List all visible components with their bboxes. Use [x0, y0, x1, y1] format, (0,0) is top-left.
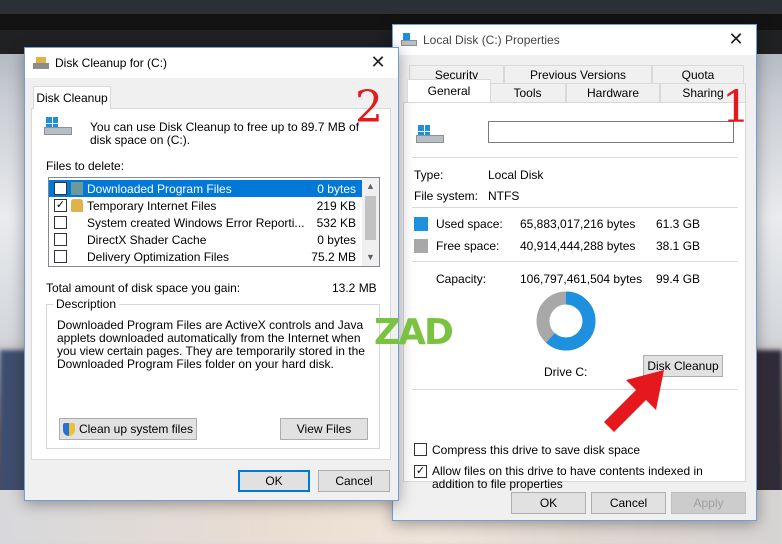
capacity-gb: 99.4 GB — [656, 272, 701, 286]
item-size: 532 KB — [316, 216, 356, 230]
properties-cancel-button[interactable]: Cancel — [591, 492, 666, 514]
free-space-bytes: 40,914,444,288 bytes — [520, 239, 636, 253]
properties-window: Local Disk (C:) Properties ✕ Security Pr… — [392, 24, 757, 521]
index-label[interactable]: Allow files on this drive to have conten… — [432, 465, 737, 491]
description-group: Description Downloaded Program Files are… — [46, 297, 380, 449]
cleanup-cancel-button[interactable]: Cancel — [318, 470, 390, 492]
list-item[interactable]: System created Windows Error Reporti... … — [49, 214, 364, 231]
cleanup-titlebar: Disk Cleanup for (C:) ✕ — [25, 48, 398, 78]
disk-cleanup-window: Disk Cleanup for (C:) ✕ Disk Cleanup You… — [24, 47, 399, 501]
watermark-logo: ZAD — [374, 312, 454, 353]
list-item[interactable]: ✓ Downloaded Program Files 0 bytes — [49, 180, 364, 197]
filesystem-value: NTFS — [488, 189, 520, 203]
scroll-up-icon[interactable]: ▲ — [362, 178, 379, 195]
free-space-swatch — [414, 239, 428, 253]
total-gain-label: Total amount of disk space you gain: — [46, 281, 241, 295]
properties-title: Local Disk (C:) Properties — [423, 33, 560, 47]
view-files-button[interactable]: View Files — [280, 418, 368, 440]
item-size: 0 bytes — [317, 233, 356, 247]
properties-apply-button[interactable]: Apply — [671, 492, 746, 514]
item-size: 219 KB — [316, 199, 356, 213]
properties-body: Security Previous Versions Quota Tools H… — [393, 55, 756, 520]
general-tab-page: Type: Local Disk File system: NTFS Used … — [403, 102, 746, 491]
tab-hardware[interactable]: Hardware — [566, 83, 660, 103]
type-label: Type: — [414, 168, 444, 182]
type-value: Local Disk — [488, 168, 544, 182]
used-space-bytes: 65,883,017,216 bytes — [520, 217, 636, 231]
disk-cleanup-app-icon — [33, 57, 49, 69]
drive-name-input[interactable] — [488, 121, 734, 143]
shield-icon — [62, 422, 75, 436]
cleanup-close-icon[interactable]: ✕ — [366, 51, 390, 75]
cleanup-body: Disk Cleanup You can use Disk Cleanup to… — [25, 78, 398, 500]
capacity-label: Capacity: — [436, 272, 487, 286]
drive-label: Drive C: — [544, 365, 588, 379]
item-size: 0 bytes — [317, 182, 356, 196]
divider-1 — [412, 157, 738, 158]
divider-3 — [412, 261, 738, 262]
divider-4 — [412, 389, 738, 390]
list-item[interactable]: DirectX Shader Cache 0 bytes — [49, 231, 364, 248]
drive-icon — [416, 125, 444, 145]
disk-usage-donut — [536, 291, 596, 351]
divider-2 — [412, 207, 738, 208]
description-label: Description — [53, 297, 120, 311]
list-item[interactable]: ✓ Temporary Internet Files 219 KB — [49, 197, 364, 214]
files-to-delete-label: Files to delete: — [46, 159, 125, 173]
annotation-number-2: 2 — [355, 82, 383, 133]
capacity-bytes: 106,797,461,504 bytes — [520, 272, 643, 286]
properties-close-icon[interactable]: ✕ — [724, 28, 748, 52]
description-text: Downloaded Program Files are ActiveX con… — [57, 318, 365, 371]
drive-small-icon — [401, 33, 417, 47]
used-space-gb: 61.3 GB — [656, 217, 701, 231]
item-checkbox[interactable] — [54, 233, 67, 246]
properties-ok-button[interactable]: OK — [511, 492, 586, 514]
red-arrow-icon — [604, 370, 664, 432]
item-checkbox[interactable]: ✓ — [54, 182, 67, 195]
cleanup-intro: You can use Disk Cleanup to free up to 8… — [90, 120, 360, 147]
tab-disk-cleanup[interactable]: Disk Cleanup — [33, 86, 111, 109]
item-checkbox[interactable]: ✓ — [54, 199, 67, 212]
files-list-scrollbar[interactable]: ▲ ▼ — [362, 178, 379, 266]
cleanup-ok-button[interactable]: OK — [238, 470, 310, 492]
item-name: Temporary Internet Files — [87, 199, 217, 213]
clean-system-files-label: Clean up system files — [78, 422, 194, 436]
item-name: Downloaded Program Files — [87, 182, 232, 196]
used-space-label: Used space: — [436, 217, 503, 231]
free-space-label: Free space: — [436, 239, 500, 253]
files-list[interactable]: ✓ Downloaded Program Files 0 bytes ✓ Tem… — [48, 177, 380, 267]
item-name: System created Windows Error Reporti... — [87, 216, 305, 230]
cleanup-title: Disk Cleanup for (C:) — [55, 56, 168, 70]
tab-tools[interactable]: Tools — [489, 83, 566, 103]
index-checkbox[interactable]: ✓ — [414, 465, 427, 478]
tab-previous-versions[interactable]: Previous Versions — [504, 65, 652, 85]
tab-general[interactable]: General — [407, 79, 491, 102]
compress-checkbox[interactable] — [414, 443, 427, 456]
lock-icon — [71, 199, 83, 212]
free-space-gb: 38.1 GB — [656, 239, 701, 253]
item-checkbox[interactable] — [54, 216, 67, 229]
item-name: DirectX Shader Cache — [87, 233, 207, 247]
item-name: Delivery Optimization Files — [87, 250, 230, 264]
scroll-down-icon[interactable]: ▼ — [362, 249, 379, 266]
item-size: 75.2 MB — [311, 250, 356, 264]
total-gain-value: 13.2 MB — [332, 281, 377, 295]
scroll-thumb[interactable] — [365, 196, 376, 240]
clean-system-files-button[interactable]: Clean up system files — [59, 418, 197, 440]
item-icon — [71, 182, 83, 195]
properties-titlebar: Local Disk (C:) Properties ✕ — [393, 25, 756, 55]
list-item[interactable]: Delivery Optimization Files 75.2 MB — [49, 248, 364, 265]
cleanup-drive-icon — [44, 117, 72, 137]
annotation-number-1: 1 — [722, 82, 750, 133]
cleanup-tab-page: You can use Disk Cleanup to free up to 8… — [31, 108, 391, 460]
used-space-swatch — [414, 217, 428, 231]
compress-label[interactable]: Compress this drive to save disk space — [432, 443, 640, 457]
filesystem-label: File system: — [414, 189, 479, 203]
item-checkbox[interactable] — [54, 250, 67, 263]
